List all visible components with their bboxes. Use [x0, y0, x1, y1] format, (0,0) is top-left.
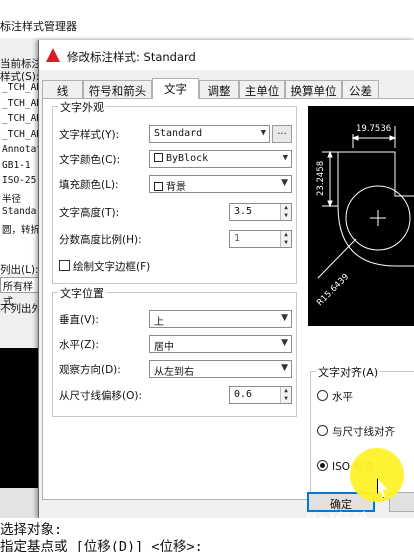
chevron-down-icon: ▼: [260, 128, 266, 138]
chevron-down-icon: ▼: [281, 363, 288, 373]
text-color-label: 文字颜色(C):: [59, 154, 121, 166]
text-placement-title: 文字位置: [58, 285, 106, 301]
draw-frame-label[interactable]: 绘制文字边框(F): [73, 259, 150, 274]
modify-dimension-style-dialog: 修改标注样式: Standard 线 符号和箭头 文字 调整 主单位 换算单位 …: [38, 40, 414, 518]
command-line-2: 指定基点或 [位移(D)] <位移>:: [0, 539, 203, 552]
style-list-item[interactable]: ISO-25: [0, 175, 39, 191]
fraction-height-label: 分数高度比例(H):: [59, 234, 142, 246]
fill-color-label: 填充颜色(L):: [59, 179, 119, 191]
tab-symbols-arrows[interactable]: 符号和箭头: [83, 80, 152, 99]
text-style-browse-button[interactable]: ...: [272, 125, 292, 143]
bg-title-bar: 标注样式管理器: [0, 0, 414, 38]
preview-dim-top: 19.7536: [356, 124, 391, 134]
text-alignment-title: 文字对齐(A): [316, 364, 381, 380]
style-list-item[interactable]: _TCH_ARCH: [0, 129, 39, 145]
horizontal-select[interactable]: 居中 ▼: [149, 335, 292, 353]
chevron-down-icon: ▼: [281, 313, 288, 323]
offset-spinner[interactable]: 0.6 ▲ ▼: [229, 386, 292, 404]
styles-list[interactable]: _TCH_ARCH_TCH_ARCH_TCH_ARCH_TCH_ARCHAnno…: [0, 82, 40, 274]
style-list-item[interactable]: 圆，转折: [0, 222, 39, 238]
dialog-title-bar: 修改标注样式: Standard: [39, 40, 414, 70]
dimension-preview: 19.7536 23.2458 R15.6439: [308, 106, 414, 326]
align-dimline-label[interactable]: 与尺寸线对齐: [332, 424, 395, 439]
style-list-item[interactable]: _TCH_ARCH: [0, 113, 39, 129]
chevron-down-icon: ▼: [281, 178, 288, 188]
style-list-item[interactable]: GB1-1: [0, 160, 39, 176]
draw-frame-checkbox[interactable]: [59, 260, 70, 271]
offset-label: 从尺寸线偏移(O):: [59, 390, 142, 402]
color-swatch-icon: [154, 182, 163, 191]
tab-tolerances[interactable]: 公差: [342, 80, 379, 99]
style-list-item[interactable]: Standard: [0, 206, 39, 222]
spinner-arrows-icon[interactable]: ▲ ▼: [280, 387, 291, 403]
spinner-arrows-icon[interactable]: ▲ ▼: [280, 231, 291, 247]
vertical-label: 垂直(V):: [59, 314, 99, 326]
align-iso-radio[interactable]: [317, 460, 328, 471]
chevron-down-icon: ▼: [281, 338, 288, 348]
align-dimline-radio[interactable]: [317, 425, 328, 436]
command-line[interactable]: 选择对象: 指定基点或 [位移(D)] <位移>:: [0, 518, 414, 552]
chevron-down-icon: ▼: [282, 153, 288, 163]
bg-button-area: [0, 488, 40, 518]
style-list-item[interactable]: _TCH_ARCH: [0, 82, 39, 98]
preview-drawing: 19.7536 23.2458 R15.6439: [315, 124, 414, 308]
preview-dim-radius: R15.6439: [315, 272, 351, 308]
tab-text[interactable]: 文字: [152, 78, 199, 99]
tab-primary-units[interactable]: 主单位: [239, 80, 285, 99]
list-select[interactable]: 所有样式: [0, 277, 40, 308]
text-placement-group: 文字位置 垂直(V): 上 ▼ 水平(Z): 居中 ▼ 观察方向(D): 从左到…: [52, 285, 297, 417]
spinner-arrows-icon[interactable]: ▲ ▼: [280, 204, 291, 220]
fill-color-select[interactable]: 背景 ▼: [149, 175, 292, 193]
view-direction-label: 观察方向(D):: [59, 364, 121, 376]
autocad-logo-icon: [46, 48, 60, 62]
bg-window-title: 标注样式管理器: [0, 20, 77, 33]
preview-dim-left: 23.2458: [316, 161, 326, 196]
style-list-item[interactable]: 半径: [0, 191, 39, 207]
text-style-label: 文字样式(Y):: [59, 129, 120, 141]
horizontal-label: 水平(Z):: [59, 339, 99, 351]
view-direction-select[interactable]: 从左到右 ▼: [149, 360, 292, 378]
tab-lines[interactable]: 线: [42, 80, 83, 99]
align-horizontal-radio[interactable]: [317, 390, 328, 401]
style-list-item[interactable]: _TCH_ARCH: [0, 98, 39, 114]
text-appearance-group: 文字外观 文字样式(Y): Standard ▼ ... 文字颜色(C): By…: [52, 99, 297, 284]
vertical-select[interactable]: 上 ▼: [149, 310, 292, 328]
text-appearance-title: 文字外观: [58, 99, 106, 115]
style-list-item[interactable]: Annotative: [0, 144, 39, 160]
text-height-label: 文字高度(T):: [59, 207, 120, 219]
text-style-select[interactable]: Standard ▼: [149, 125, 270, 143]
bg-preview: [0, 348, 40, 488]
text-color-select[interactable]: ByBlock ▼: [149, 150, 292, 168]
text-height-spinner[interactable]: 3.5 ▲ ▼: [229, 203, 292, 221]
color-swatch-icon: [154, 153, 163, 162]
dialog-title: 修改标注样式: Standard: [67, 50, 196, 64]
tab-fit[interactable]: 调整: [199, 80, 239, 99]
tab-alternate-units[interactable]: 换算单位: [285, 80, 342, 99]
fraction-height-spinner[interactable]: 1 ▲ ▼: [229, 230, 292, 248]
list-label: 列出(L):: [0, 264, 39, 276]
align-horizontal-label[interactable]: 水平: [332, 389, 353, 404]
